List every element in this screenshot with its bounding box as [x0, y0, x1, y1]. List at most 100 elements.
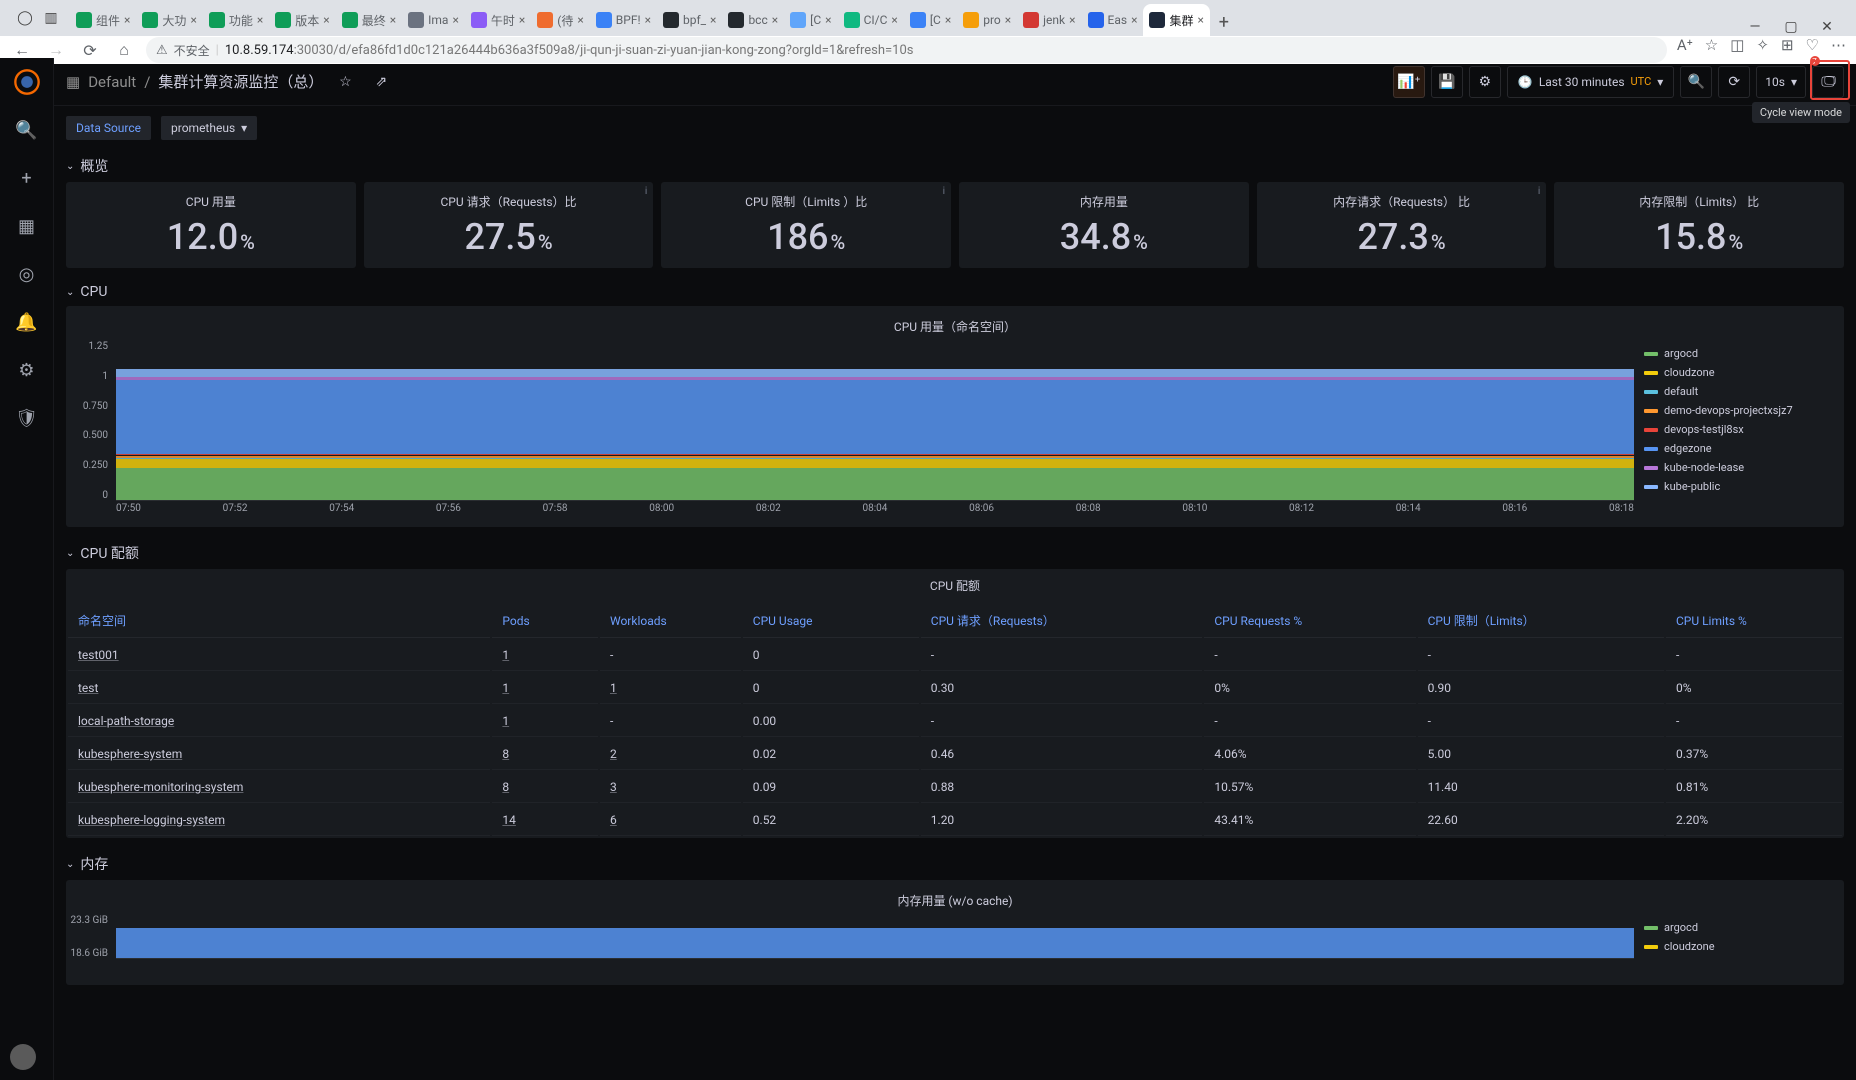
- browser-tab[interactable]: pro×: [957, 4, 1017, 36]
- close-tab-icon[interactable]: ×: [323, 13, 329, 27]
- info-icon[interactable]: i: [943, 186, 945, 197]
- browser-tab[interactable]: jenk×: [1017, 4, 1081, 36]
- stat-panel[interactable]: CPU 用量12.0%: [66, 182, 356, 268]
- refresh-interval-select[interactable]: 10s ▾: [1756, 66, 1806, 98]
- close-tab-icon[interactable]: ×: [710, 13, 716, 27]
- table-link[interactable]: kubesphere-system: [78, 747, 182, 761]
- favorite-icon[interactable]: ☆: [1705, 36, 1718, 64]
- table-header[interactable]: CPU 限制（Limits）: [1418, 604, 1664, 638]
- table-link[interactable]: 1: [502, 648, 509, 662]
- star-icon[interactable]: ☆: [331, 68, 359, 96]
- browser-tab[interactable]: [C×: [904, 4, 957, 36]
- table-link[interactable]: local-path-storage: [78, 714, 174, 728]
- browser-tab[interactable]: (待×: [531, 4, 590, 36]
- browser-tab[interactable]: BPF!×: [590, 4, 657, 36]
- row-memory[interactable]: ⌄内存: [66, 848, 1844, 880]
- browser-tab[interactable]: [C×: [784, 4, 837, 36]
- table-link[interactable]: 1: [502, 681, 509, 695]
- table-link[interactable]: 1: [502, 714, 509, 728]
- legend-item[interactable]: cloudzone: [1644, 940, 1834, 953]
- info-icon[interactable]: i: [1538, 186, 1540, 197]
- close-tab-icon[interactable]: ×: [577, 13, 583, 27]
- legend-item[interactable]: kube-node-lease: [1644, 461, 1834, 474]
- tab-search-icon[interactable]: ▥: [42, 9, 60, 27]
- table-link[interactable]: 6: [610, 813, 617, 827]
- table-link[interactable]: 8: [502, 780, 509, 794]
- table-header[interactable]: CPU Usage: [743, 604, 919, 638]
- close-window-icon[interactable]: ✕: [1818, 18, 1836, 36]
- stat-panel[interactable]: 内存限制（Limits） 比15.8%: [1554, 182, 1844, 268]
- info-icon[interactable]: i: [645, 186, 647, 197]
- close-tab-icon[interactable]: ×: [1197, 13, 1203, 27]
- config-icon[interactable]: ⚙: [13, 356, 41, 384]
- dashboards-crumb-icon[interactable]: ▦: [66, 73, 80, 91]
- folder-crumb[interactable]: Default: [88, 73, 136, 91]
- table-header[interactable]: CPU Requests %: [1204, 604, 1415, 638]
- table-link[interactable]: 2: [610, 747, 617, 761]
- close-tab-icon[interactable]: ×: [124, 13, 130, 27]
- mem-usage-plot[interactable]: 23.3 GiB18.6 GiB: [66, 915, 1634, 979]
- close-tab-icon[interactable]: ×: [1005, 13, 1011, 27]
- close-tab-icon[interactable]: ×: [945, 13, 951, 27]
- browser-tab[interactable]: 组件×: [70, 4, 136, 36]
- close-tab-icon[interactable]: ×: [1069, 13, 1075, 27]
- browser-tab[interactable]: 午时×: [465, 4, 531, 36]
- zoom-out-button[interactable]: 🔍: [1680, 66, 1712, 98]
- forward-button[interactable]: →: [44, 38, 68, 62]
- explore-icon[interactable]: ◎: [13, 260, 41, 288]
- share-icon[interactable]: ⇗: [367, 68, 395, 96]
- browser-tab[interactable]: 版本×: [269, 4, 335, 36]
- table-header[interactable]: 命名空间: [68, 604, 490, 638]
- row-cpu-quota[interactable]: ⌄CPU 配额: [66, 537, 1844, 569]
- server-admin-icon[interactable]: 🛡: [13, 404, 41, 432]
- search-icon[interactable]: 🔍: [13, 116, 41, 144]
- table-header[interactable]: CPU 请求（Requests）: [921, 604, 1203, 638]
- create-icon[interactable]: +: [13, 164, 41, 192]
- stat-panel[interactable]: iCPU 限制（Limits ）比186%: [661, 182, 951, 268]
- var-select-datasource[interactable]: prometheus ▾: [161, 116, 257, 140]
- legend-item[interactable]: demo-devops-projectxsjz7: [1644, 404, 1834, 417]
- table-link[interactable]: 3: [610, 780, 617, 794]
- legend-item[interactable]: argocd: [1644, 347, 1834, 360]
- browser-tab[interactable]: Eas×: [1082, 4, 1144, 36]
- table-link[interactable]: test001: [78, 648, 119, 662]
- table-header[interactable]: CPU Limits %: [1666, 604, 1842, 638]
- close-tab-icon[interactable]: ×: [390, 13, 396, 27]
- table-header[interactable]: Workloads: [600, 604, 741, 638]
- stat-panel[interactable]: iCPU 请求（Requests）比27.5%: [364, 182, 654, 268]
- user-avatar[interactable]: [10, 1044, 36, 1070]
- refresh-button[interactable]: ⟳: [1718, 66, 1750, 98]
- row-overview[interactable]: ⌄概览: [66, 150, 1844, 182]
- new-tab-button[interactable]: +: [1210, 8, 1238, 36]
- table-link[interactable]: 1: [610, 681, 617, 695]
- time-picker[interactable]: 🕒 Last 30 minutes UTC ▾: [1507, 66, 1674, 98]
- browser-tab[interactable]: CI/C×: [838, 4, 904, 36]
- stat-panel[interactable]: 内存用量34.8%: [959, 182, 1249, 268]
- collections-icon[interactable]: ✧: [1756, 36, 1769, 64]
- row-cpu[interactable]: ⌄CPU: [66, 278, 1844, 306]
- table-header[interactable]: Pods: [492, 604, 598, 638]
- close-tab-icon[interactable]: ×: [772, 13, 778, 27]
- add-panel-button[interactable]: 📊⁺: [1393, 66, 1425, 98]
- legend-item[interactable]: edgezone: [1644, 442, 1834, 455]
- table-link[interactable]: kubesphere-logging-system: [78, 813, 225, 827]
- table-link[interactable]: test: [78, 681, 98, 695]
- minimize-icon[interactable]: —: [1746, 18, 1764, 36]
- browser-tab[interactable]: 最终×: [336, 4, 402, 36]
- close-tab-icon[interactable]: ×: [519, 13, 525, 27]
- dashboard-title[interactable]: 集群计算资源监控（总）: [158, 71, 323, 92]
- dashboards-icon[interactable]: ▦: [13, 212, 41, 240]
- legend-item[interactable]: kube-public: [1644, 480, 1834, 493]
- close-tab-icon[interactable]: ×: [645, 13, 651, 27]
- browser-tab[interactable]: 大功×: [136, 4, 202, 36]
- legend-item[interactable]: default: [1644, 385, 1834, 398]
- table-link[interactable]: kubesphere-monitoring-system: [78, 780, 243, 794]
- close-tab-icon[interactable]: ×: [257, 13, 263, 27]
- legend-item[interactable]: devops-testjl8sx: [1644, 423, 1834, 436]
- profile-icon[interactable]: ◯: [16, 9, 34, 27]
- close-tab-icon[interactable]: ×: [825, 13, 831, 27]
- stat-panel[interactable]: i内存请求（Requests） 比27.3%: [1257, 182, 1547, 268]
- browser-tab[interactable]: bcc×: [722, 4, 784, 36]
- legend-item[interactable]: argocd: [1644, 921, 1834, 934]
- split-icon[interactable]: ◫: [1730, 36, 1744, 64]
